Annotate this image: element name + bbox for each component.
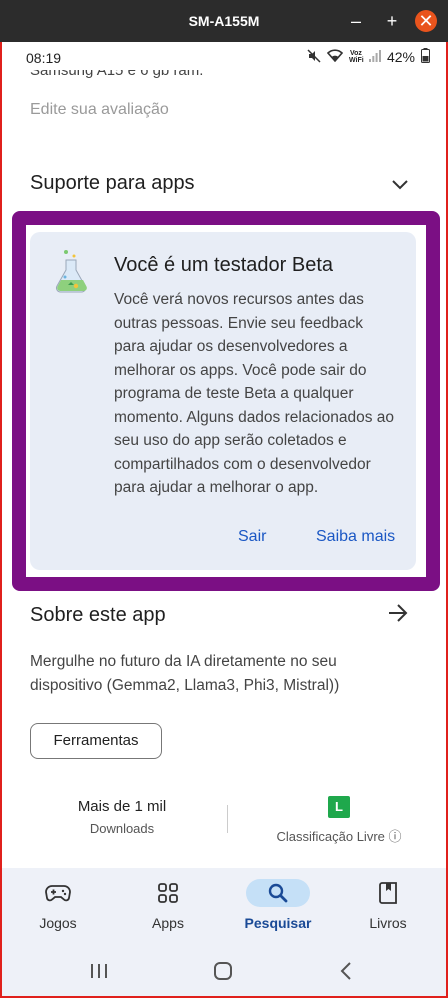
downloads-value: Mais de 1 mil	[77, 798, 167, 815]
maximize-button[interactable]: +	[381, 10, 403, 32]
stats-divider	[227, 805, 228, 833]
arrow-right-icon[interactable]	[388, 602, 408, 628]
downloads-stat: Mais de 1 mil Downloads	[52, 798, 192, 836]
search-pill	[233, 878, 323, 908]
book-icon	[343, 878, 433, 908]
volte-icon: Voz WiFi	[348, 50, 364, 64]
nav-apps[interactable]: Apps	[123, 878, 213, 931]
support-section-title[interactable]: Suporte para apps	[30, 172, 195, 195]
nav-games[interactable]: Jogos	[13, 878, 103, 931]
close-button[interactable]: ✕	[415, 10, 437, 32]
status-icons: Voz WiFi 42%	[307, 48, 430, 66]
nav-books-label: Livros	[369, 915, 407, 931]
flask-icon	[52, 248, 92, 296]
chevron-down-icon[interactable]	[392, 174, 408, 195]
tools-chip[interactable]: Ferramentas	[30, 723, 162, 759]
nav-apps-label: Apps	[152, 915, 184, 931]
phone-screen: Samsung A15 e 6 gb ram. 08:19 Voz WiFi 4…	[2, 42, 446, 996]
status-bar: 08:19 Voz WiFi 42%	[2, 42, 446, 70]
wifi-icon	[326, 49, 344, 65]
beta-title: Você é um testador Beta	[114, 254, 334, 276]
leave-beta-button[interactable]: Sair	[238, 528, 266, 546]
apps-grid-icon	[123, 878, 213, 908]
learn-more-button[interactable]: Saiba mais	[316, 528, 395, 546]
rating-badge: L	[328, 796, 350, 818]
battery-icon	[421, 48, 430, 66]
beta-description: Você verá novos recursos antes das outra…	[114, 291, 395, 496]
minimize-button[interactable]: –	[345, 10, 367, 32]
about-section-title[interactable]: Sobre este app	[30, 604, 166, 627]
edit-review-link[interactable]: Edite sua avaliação	[30, 101, 169, 119]
rating-stat[interactable]: L Classificação Livre ⓘ	[264, 796, 414, 845]
battery-percent: 42%	[386, 49, 415, 65]
beta-tester-card: Você é um testador Beta Você verá novos …	[30, 232, 416, 570]
gamepad-icon	[13, 878, 103, 908]
status-time: 08:19	[26, 50, 62, 66]
nav-search-label: Pesquisar	[244, 915, 312, 931]
about-description: Mergulhe no futuro da IA diretamente no …	[30, 653, 340, 694]
back-icon[interactable]	[340, 962, 352, 986]
nav-games-label: Jogos	[39, 915, 77, 931]
nav-books[interactable]: Livros	[343, 878, 433, 931]
recents-icon[interactable]	[90, 962, 108, 985]
search-icon	[246, 879, 310, 907]
downloads-label: Downloads	[89, 821, 155, 836]
window-titlebar: SM-A155M – + ✕	[0, 0, 448, 42]
mute-icon	[307, 48, 321, 66]
system-navigation	[2, 948, 446, 996]
signal-icon	[368, 49, 381, 65]
rating-label: Classificação Livre ⓘ	[276, 829, 402, 844]
home-icon[interactable]	[213, 962, 233, 986]
nav-search[interactable]: Pesquisar	[233, 878, 323, 931]
bottom-navigation: Jogos Apps Pesquisar Livros	[2, 868, 446, 948]
